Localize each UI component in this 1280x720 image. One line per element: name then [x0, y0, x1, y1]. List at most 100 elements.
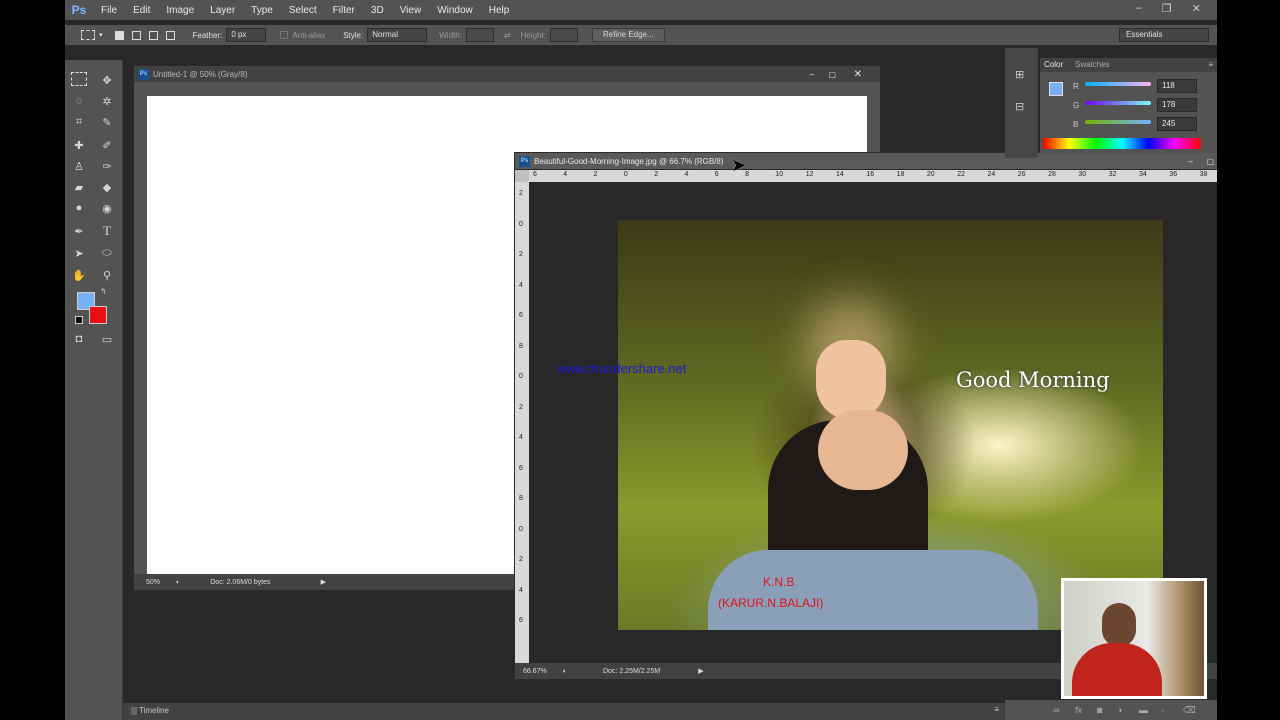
mask-icon[interactable]: ◙ [1097, 705, 1102, 715]
feather-input[interactable]: 0 px [226, 28, 267, 42]
restore-button[interactable]: ❐ [1162, 2, 1172, 15]
menu-edit[interactable]: Edit [125, 5, 158, 16]
ruler-tick-label: 24 [987, 171, 996, 178]
eraser-icon[interactable]: ▰ [69, 178, 89, 196]
timeline-tab[interactable]: Timeline [139, 706, 169, 715]
color-spectrum-bar[interactable] [1043, 138, 1201, 149]
swap-icon[interactable]: ⇄ [504, 31, 511, 40]
red-value[interactable]: 118 [1157, 79, 1197, 93]
crop-icon[interactable]: ⌗ [69, 113, 89, 131]
timeline-grip-icon[interactable] [131, 707, 137, 715]
menu-window[interactable]: Window [429, 5, 481, 16]
type-tool-icon[interactable]: T [97, 222, 117, 240]
blue-slider[interactable] [1085, 120, 1151, 124]
ruler-tick-label: 14 [836, 171, 844, 178]
blue-value[interactable]: 245 [1157, 117, 1197, 131]
pen-icon[interactable]: ✒ [69, 222, 89, 240]
zoom-level[interactable]: 50% [146, 579, 160, 586]
clone-stamp-icon[interactable]: ♙ [69, 157, 89, 175]
play-arrow-icon[interactable]: ▶ [321, 578, 326, 586]
screen-mode-icon[interactable]: ▭ [97, 330, 117, 348]
paint-bucket-icon[interactable]: ◆ [97, 178, 117, 196]
chevron-down-icon[interactable]: ▾ [99, 31, 103, 39]
eyedropper-icon[interactable]: ✎ [97, 113, 117, 131]
close-button[interactable]: ✕ [1192, 2, 1201, 15]
group-icon[interactable]: ▬ [1139, 705, 1148, 715]
height-label: Height: [520, 30, 546, 40]
doc-minimize-icon[interactable]: – [810, 70, 814, 79]
adjustment-icon[interactable]: ◑ [1117, 705, 1122, 715]
menu-select[interactable]: Select [281, 5, 325, 16]
new-layer-icon[interactable]: ▫ [1161, 705, 1164, 715]
green-slider[interactable] [1085, 101, 1151, 105]
properties-panel-icon[interactable]: ⊟ [1015, 100, 1024, 113]
ruler-tick-label: 8 [519, 342, 523, 350]
ruler-tick-label: 2 [519, 403, 523, 411]
zoom-icon[interactable]: ⚲ [97, 266, 117, 284]
background-color-swatch[interactable] [89, 306, 107, 324]
menu-type[interactable]: Type [243, 5, 281, 16]
history-brush-icon[interactable]: ✑ [97, 157, 117, 175]
antialias-checkbox[interactable] [280, 31, 289, 39]
subtract-selection-icon[interactable] [148, 30, 158, 40]
path-select-icon[interactable]: ➤ [69, 244, 89, 262]
ruler-origin[interactable] [515, 170, 529, 182]
quick-mask-icon[interactable]: ◘ [69, 330, 89, 348]
default-colors-icon[interactable] [75, 316, 83, 324]
tab-color[interactable]: Color [1044, 60, 1063, 69]
link-layers-icon[interactable]: ∞ [1053, 705, 1059, 715]
menu-image[interactable]: Image [158, 5, 202, 16]
status-info-icon[interactable]: ◐ [176, 579, 180, 586]
intersect-selection-icon[interactable] [165, 30, 175, 40]
document-title: Untitled-1 @ 50% (Gray/8) [153, 69, 248, 79]
document-title-bar[interactable]: Ps Untitled-1 @ 50% (Gray/8) – ▢ ✕ [134, 66, 880, 82]
marquee-tool-icon[interactable] [81, 30, 95, 40]
child-face [816, 340, 886, 420]
rect-marquee-icon[interactable] [71, 72, 87, 86]
new-selection-icon[interactable] [114, 30, 124, 40]
status-info-icon[interactable]: ◐ [563, 668, 567, 675]
green-value[interactable]: 178 [1157, 98, 1197, 112]
red-slider[interactable] [1085, 82, 1151, 86]
healing-brush-icon[interactable]: ✚ [69, 136, 89, 154]
move-tool-icon[interactable]: ✥ [97, 71, 117, 89]
menu-help[interactable]: Help [481, 5, 518, 16]
height-input[interactable] [549, 28, 578, 42]
hand-icon[interactable]: ✋ [69, 266, 89, 284]
timeline-menu-icon[interactable]: ≡ [994, 705, 999, 714]
doc-restore-icon[interactable]: ▢ [828, 70, 836, 79]
doc-close-icon[interactable]: ✕ [854, 69, 862, 80]
history-panel-icon[interactable]: ⊞ [1015, 68, 1024, 81]
minimize-button[interactable]: – [1136, 2, 1142, 15]
style-label: Style: [343, 30, 364, 40]
document-title-bar[interactable]: Ps Beautiful-Good-Morning-Image.jpg @ 66… [515, 153, 1217, 169]
zoom-level[interactable]: 66.67% [523, 668, 547, 675]
doc-minimize-icon[interactable]: – [1189, 157, 1193, 166]
refine-edge-button[interactable]: Refine Edge... [591, 28, 665, 42]
menu-view[interactable]: View [392, 5, 430, 16]
blur-icon[interactable]: ● [69, 199, 89, 217]
photo-canvas[interactable]: Good Morning K.N.B (KARUR.N.BALAJI) [618, 220, 1163, 630]
fx-icon[interactable]: fx [1075, 705, 1082, 715]
ruler-tick-label: 6 [714, 171, 719, 178]
menu-layer[interactable]: Layer [202, 5, 243, 16]
play-arrow-icon[interactable]: ▶ [698, 667, 703, 675]
brush-icon[interactable]: ✐ [97, 136, 117, 154]
panel-foreground-swatch[interactable] [1049, 82, 1063, 96]
panel-menu-icon[interactable]: ≡ [1208, 60, 1213, 69]
menu-filter[interactable]: Filter [325, 5, 363, 16]
trash-icon[interactable]: ⌫ [1183, 705, 1196, 716]
lasso-icon[interactable]: ◌ [69, 92, 89, 110]
width-input[interactable] [465, 28, 494, 42]
ellipse-icon[interactable]: ⬭ [97, 244, 117, 262]
dodge-icon[interactable]: ◉ [97, 199, 117, 217]
doc-restore-icon[interactable]: ▢ [1206, 157, 1214, 166]
add-selection-icon[interactable] [131, 30, 141, 40]
menu-3d[interactable]: 3D [363, 5, 392, 16]
menu-file[interactable]: File [93, 5, 125, 16]
tab-swatches[interactable]: Swatches [1075, 60, 1110, 69]
magic-wand-icon[interactable]: ✲ [97, 92, 117, 110]
style-select[interactable]: Normal [367, 28, 428, 42]
swap-colors-icon[interactable]: ↰ [100, 287, 107, 296]
workspace-select[interactable]: Essentials [1119, 28, 1209, 42]
